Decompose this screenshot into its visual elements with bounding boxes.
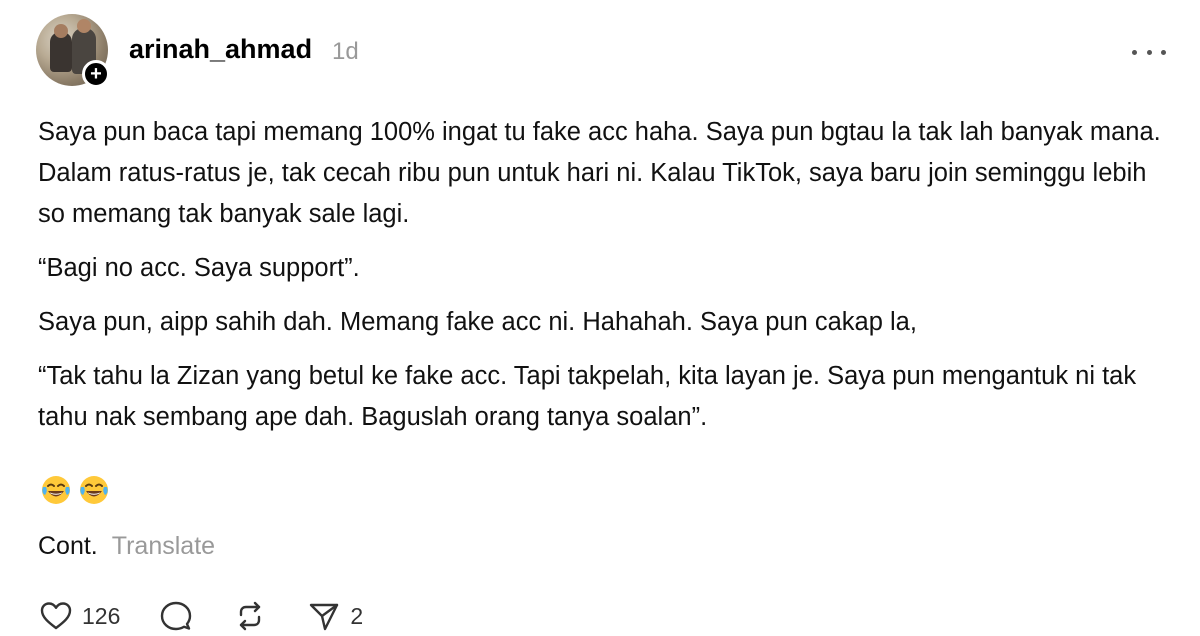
- post-paragraph: Saya pun baca tapi memang 100% ingat tu …: [38, 118, 1168, 228]
- repost-icon: [240, 601, 261, 631]
- action-bar: 126 2: [38, 596, 401, 636]
- post-paragraph: “Tak tahu la Zizan yang betul ke fake ac…: [38, 362, 1144, 431]
- post-body: Saya pun baca tapi memang 100% ingat tu …: [38, 112, 1168, 451]
- like-count: 126: [82, 602, 121, 629]
- post-paragraph: “Bagi no acc. Saya support”.: [38, 254, 360, 282]
- emoji-row: [40, 474, 110, 506]
- repost-button[interactable]: [232, 598, 268, 634]
- more-dot: [1146, 49, 1152, 55]
- post-header: + arinah_ahmad 1d: [36, 14, 1166, 88]
- post-paragraph: Saya pun, aipp sahih dah. Memang fake ac…: [38, 308, 917, 336]
- author-username[interactable]: arinah_ahmad: [129, 34, 312, 65]
- post-meta: Cont. Translate: [38, 532, 215, 561]
- follow-plus-icon[interactable]: +: [82, 60, 110, 88]
- avatar-figure-head: [77, 19, 91, 33]
- face-with-tears-of-joy-icon: [42, 476, 70, 504]
- share-count: 2: [350, 602, 364, 629]
- post-timestamp: 1d: [332, 38, 359, 65]
- send-icon: [310, 603, 339, 631]
- translate-link[interactable]: Translate: [112, 532, 215, 560]
- like-button[interactable]: 126: [38, 598, 120, 634]
- more-dot: [1161, 49, 1166, 55]
- avatar-figure: [50, 32, 72, 72]
- face-with-tears-of-joy-icon: [80, 476, 108, 504]
- thread-post: + arinah_ahmad 1d Saya pun baca tapi mem…: [0, 0, 1200, 636]
- reply-button[interactable]: [158, 598, 194, 634]
- avatar-figure-head: [54, 24, 68, 38]
- heart-icon: [40, 602, 72, 630]
- share-button[interactable]: 2: [306, 598, 363, 634]
- more-options-icon[interactable]: [1132, 42, 1166, 62]
- more-dot: [1132, 49, 1137, 55]
- cont-label: Cont.: [38, 532, 98, 560]
- comment-icon: [161, 601, 192, 631]
